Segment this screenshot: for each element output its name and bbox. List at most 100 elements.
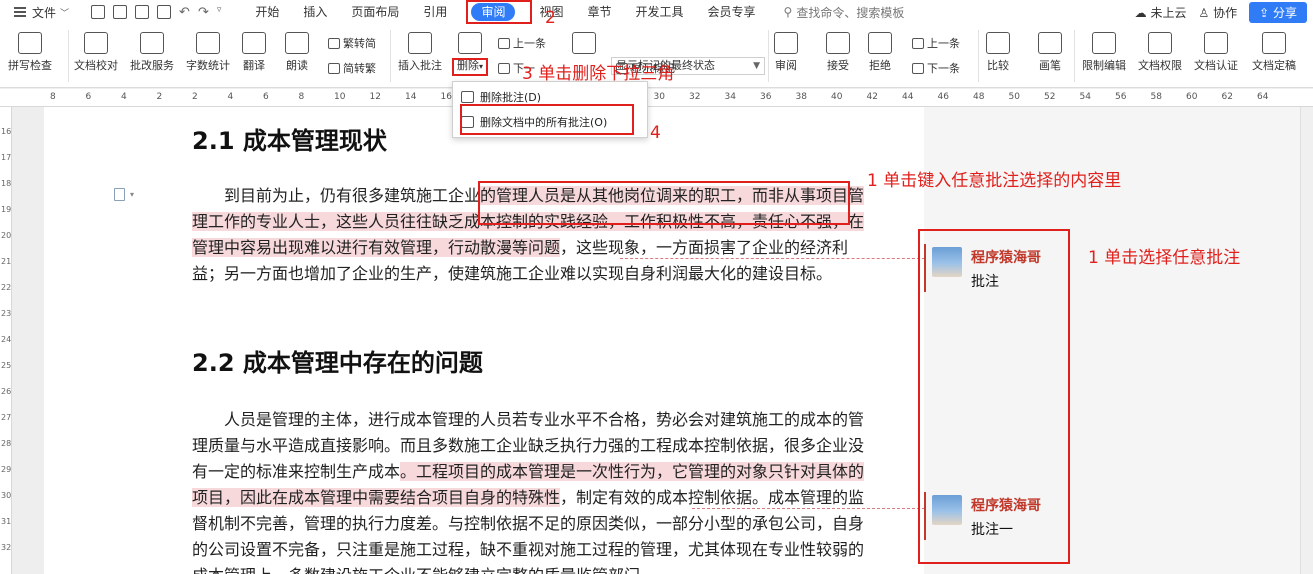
person-icon: ♙ [1198,6,1210,20]
reject-button[interactable]: 拒绝 [868,32,892,73]
tab-review[interactable]: 审阅 [459,0,527,24]
translate-icon [242,32,266,54]
delete-comment-menu-item[interactable]: 删除批注(D) [461,89,541,105]
delete-comment-button[interactable]: 删除▾ [457,32,483,73]
vruler-tick-label: 19 [1,205,12,214]
finalize-button[interactable]: 文档定稿 [1252,32,1296,73]
cloud-status-label: 未上云 [1150,6,1187,20]
file-menu[interactable]: 文件 [32,4,56,21]
export-pdf-icon[interactable] [113,4,128,19]
comment-text: 批注 [971,274,999,290]
prev-comment-button[interactable]: 上一条 [498,35,546,51]
vruler-tick-label: 17 [1,153,12,162]
paragraph-1[interactable]: 到目前为止，仍有很多建筑施工企业的管理人员是从其他岗位调来的职工，而非从事项目管… [192,183,876,287]
translate-button[interactable]: 翻译 [242,32,266,73]
delete-dropdown-arrow-icon[interactable]: ▾ [479,62,483,71]
more-quick-icon[interactable]: ▿ [217,5,222,20]
doc-permission-button[interactable]: 文档权限 [1138,32,1182,73]
ruler-tick-label: 16 [440,92,452,102]
vruler-tick-label: 18 [1,179,12,188]
proofread-button[interactable]: 文档校对 [74,32,118,73]
compare-button[interactable]: 比较 [986,32,1010,73]
read-aloud-button[interactable]: 朗读 [285,32,309,73]
ruler-tick-label: 44 [902,92,914,102]
accept-button[interactable]: 接受 [826,32,850,73]
next-change-button[interactable]: 下一条 [912,60,960,76]
delete-comment-icon [458,32,482,54]
print-preview-icon[interactable] [157,4,172,19]
heading-2-1: 2.1 成本管理现状 [192,127,387,155]
print-icon[interactable] [135,4,150,19]
ruler-tick-label: 30 [653,92,665,102]
wordcount-button[interactable]: 字数统计 [186,32,230,73]
next-comment-icon [498,62,510,74]
horizontal-ruler[interactable]: 8642246810121416182022242830323436384042… [0,89,1313,107]
tab-reference[interactable]: 引用 [411,0,459,24]
heading-2-2: 2.2 成本管理中存在的问题 [192,349,483,377]
ruler-tick-label: 14 [405,92,417,102]
comment-marker [924,244,926,292]
redo-icon[interactable]: ↷ [198,5,209,20]
chevron-down-icon[interactable]: ﹀ [60,6,69,19]
share-button[interactable]: ⇪ 分享 [1249,2,1307,23]
annotation-step-1b: 1 单击选择任意批注 [1088,248,1241,268]
wps-writer-window: 文件 ﹀ ↶ ↷ ▿ 开始 插入 页面布局 引用 审阅 视图 章节 开发工具 会… [0,0,1313,574]
tab-member[interactable]: 会员专享 [696,0,768,24]
comment-text: 批注一 [971,522,1013,538]
reject-icon [868,32,892,54]
undo-icon[interactable]: ↶ [179,5,190,20]
batch-service-button[interactable]: 批改服务 [130,32,174,73]
restrict-edit-icon [1092,32,1116,54]
doc-permission-icon [1148,32,1172,54]
collab-button[interactable]: ♙ 协作 [1198,4,1237,21]
tab-layout[interactable]: 页面布局 [339,0,411,24]
tab-insert[interactable]: 插入 [291,0,339,24]
pen-button[interactable]: 画笔 [1038,32,1062,73]
delete-label-text: 删除 [457,59,479,72]
insert-comment-label: 插入批注 [398,59,442,72]
delete-all-comments-menu-label: 删除文档中的所有批注(O) [480,116,608,129]
chevron-down-icon[interactable]: ▾ [130,190,134,199]
vruler-tick-label: 30 [1,491,12,500]
convert-icon [328,62,340,74]
spellcheck-label: 拼写检查 [8,59,52,72]
trad-to-simp-button[interactable]: 繁转简 [328,35,376,51]
review-pane-button[interactable]: 审阅 [774,32,798,73]
batch-label: 批改服务 [130,59,174,72]
tab-start[interactable]: 开始 [243,0,291,24]
restrict-edit-button[interactable]: 限制编辑 [1082,32,1126,73]
command-search[interactable]: ⚲ 查找命令、搜索模板 [784,4,905,21]
document-icon[interactable] [114,188,125,201]
tab-developer[interactable]: 开发工具 [623,0,695,24]
cloud-status[interactable]: ☁ 未上云 [1135,4,1187,21]
save-icon[interactable] [91,4,106,19]
comment-card[interactable]: 程序猿海哥 批注一 [932,495,1052,543]
ruler-tick-label: 6 [85,92,92,102]
ruler-tick-label: 4 [121,92,127,102]
compare-label: 比较 [987,59,1009,72]
comment-card[interactable]: 程序猿海哥 批注 [932,247,1052,295]
ruler-tick-label: 36 [760,92,772,102]
simp-to-trad-button[interactable]: 简转繁 [328,60,376,76]
avatar [932,247,962,277]
doc-certify-button[interactable]: 文档认证 [1194,32,1238,73]
menu-icon[interactable] [14,7,26,17]
restrict-edit-label: 限制编辑 [1082,59,1126,72]
ruler-tick-label: 10 [334,92,346,102]
ruler-tick-label: 4 [227,92,234,102]
annotation-step-1a: 1 单击键入任意批注选择的内容里 [867,171,1122,191]
finalize-icon [1262,32,1286,54]
divider [768,30,769,82]
divider [68,30,69,82]
vertical-scrollbar[interactable] [1300,107,1313,574]
spellcheck-button[interactable]: 拼写检查 [8,32,52,73]
paragraph-2[interactable]: 人员是管理的主体，进行成本管理的人员若专业水平不合格，势必会对建筑施工的成本的管… [192,407,876,574]
vruler-tick-label: 32 [1,543,12,552]
insert-comment-button[interactable]: 插入批注 [398,32,442,73]
prev-change-button[interactable]: 上一条 [912,35,960,51]
finalize-label: 文档定稿 [1252,59,1296,72]
delete-all-comments-menu-item[interactable]: 删除文档中的所有批注(O) [461,114,607,130]
tab-section[interactable]: 章节 [575,0,623,24]
wordcount-icon [196,32,220,54]
revise-button[interactable] [572,32,596,57]
